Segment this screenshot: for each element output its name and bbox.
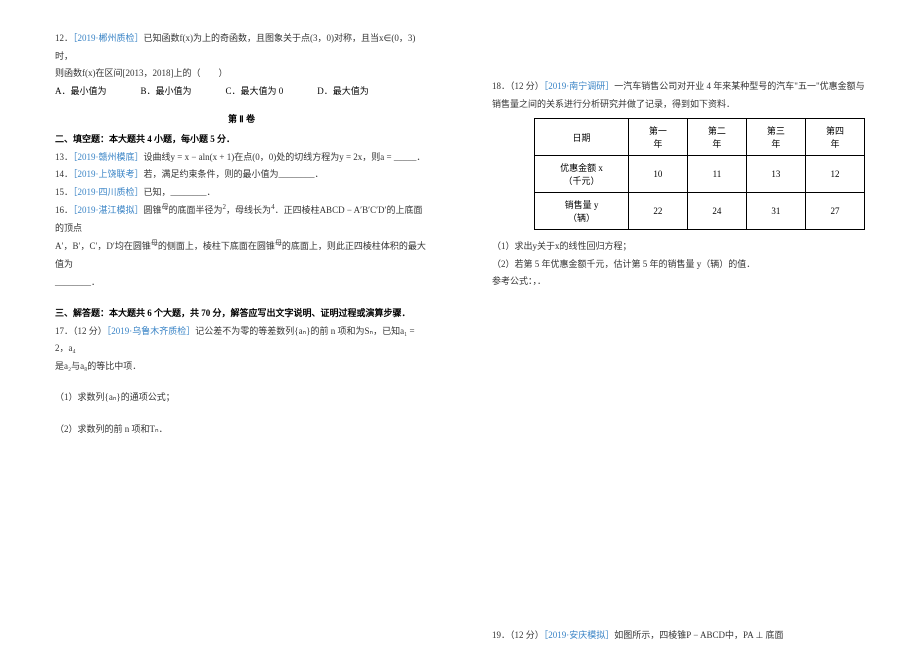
q16-line3: ________． <box>55 274 428 292</box>
q12-line1: 12．［2019·郴州质检］已知函数f(x)为上的奇函数，且图象关于点(3，0)… <box>55 30 428 65</box>
q18-table: 日期 第一年 第二年 第三年 第四年 优惠金额 x（千元） 10 11 13 1… <box>534 118 865 230</box>
q16-t1: 圆锥 <box>144 205 162 215</box>
td-y1: 22 <box>628 193 687 230</box>
q17-line1: 17．（12 分）［2019·乌鲁木齐质检］记公差不为零的等差数列{aₙ}的前 … <box>55 323 428 358</box>
td-xlabel: 优惠金额 x（千元） <box>535 156 629 193</box>
td-x2: 11 <box>687 156 746 193</box>
q16-t2: A′，B′，C′，D′均在圆锥 <box>55 241 151 251</box>
q18-t1: 一汽车销售公司对开业 4 年来某种型号的汽车"五一"优惠金额与 <box>614 81 864 91</box>
q16-t2c: 的侧面上，棱柱下底面在圆锥 <box>158 241 275 251</box>
th-y4: 第四年 <box>805 119 864 156</box>
q13-num: 13． <box>55 152 73 162</box>
td-y2: 24 <box>687 193 746 230</box>
solve-heading: 三、解答题：本大题共 6 个大题，共 70 分，解答应写出文字说明、证明过程或演… <box>55 305 428 323</box>
q13-ref: ［2019·赣州模底］ <box>73 152 144 162</box>
q18-ref: ［2019·南宁调研］ <box>544 81 615 91</box>
td-y4: 27 <box>805 193 864 230</box>
q16-line1: 16．［2019·湛江模拟］圆锥母的底面半径为2，母线长为4．正四棱柱ABCD … <box>55 201 428 237</box>
th-y1: 第一年 <box>628 119 687 156</box>
q12-line2: 则函数f(x)在区间[2013，2018]上的（ ） <box>55 65 428 83</box>
q16-t2b: 母 <box>151 239 158 247</box>
page-right: 18．（12 分）［2019·南宁调研］一汽车销售公司对开业 4 年来某种型号的… <box>460 0 920 651</box>
q17-num: 17．（12 分） <box>55 326 107 336</box>
th-y2: 第二年 <box>687 119 746 156</box>
q18-num: 18．（12 分） <box>492 81 544 91</box>
q18-note: 参考公式：，． <box>492 273 865 291</box>
q12-opt-d: D．最大值为 <box>317 83 369 101</box>
fill-heading: 二、填空题：本大题共 4 小题，每小题 5 分． <box>55 131 428 149</box>
q19-line1: 19．（12 分）［2019·安庆模拟］如图所示，四棱锥P − ABCD中，PA… <box>492 627 784 645</box>
q17-line2: 是a₂与a₈的等比中项． <box>55 358 428 376</box>
q15: 15．［2019·四川质检］已知，________． <box>55 184 428 202</box>
q13-text: 设曲线y = x − aln(x + 1)在点(0，0)处的切线方程为y = 2… <box>144 152 426 162</box>
q19-ref: ［2019·安庆模拟］ <box>544 630 615 640</box>
q17-ref: ［2019·乌鲁木齐质检］ <box>107 326 196 336</box>
q17-sub2: （2）求数列的前 n 项和Tₙ． <box>55 421 428 439</box>
q19-num: 19．（12 分） <box>492 630 544 640</box>
q12-opt-a: A．最小值为 <box>55 83 107 101</box>
q16-sup1: 母 <box>162 203 169 211</box>
q19-text: 如图所示，四棱锥P − ABCD中，PA ⊥ 底面 <box>614 630 783 640</box>
td-x3: 13 <box>746 156 805 193</box>
q16-t2d: 母 <box>275 239 282 247</box>
q16-t1c: 的底面半径为 <box>169 205 223 215</box>
th-y3: 第三年 <box>746 119 805 156</box>
q18-sub1: （1）求出y关于x的线性回归方程； <box>492 238 865 256</box>
th-date: 日期 <box>535 119 629 156</box>
q16-t1e: ，母线长为 <box>226 205 271 215</box>
q12-opt-b: B．最小值为 <box>141 83 192 101</box>
td-x1: 10 <box>628 156 687 193</box>
q14-text: 若，满足约束条件，则的最小值为________． <box>144 169 324 179</box>
q16-ref: ［2019·湛江模拟］ <box>73 205 144 215</box>
q12-ref: ［2019·郴州质检］ <box>73 33 144 43</box>
q18-line2: 销售量之间的关系进行分析研究并做了记录，得到如下资料． <box>492 96 865 114</box>
section-2-title: 第 Ⅱ 卷 <box>55 112 428 125</box>
q14-num: 14． <box>55 169 73 179</box>
q16-line2: A′，B′，C′，D′均在圆锥母的侧面上，棱柱下底面在圆锥母的底面上，则此正四棱… <box>55 237 428 273</box>
q18-line1: 18．（12 分）［2019·南宁调研］一汽车销售公司对开业 4 年来某种型号的… <box>492 78 865 96</box>
td-y3: 31 <box>746 193 805 230</box>
table-row: 销售量 y（辆） 22 24 31 27 <box>535 193 865 230</box>
q16-num: 16． <box>55 205 73 215</box>
table-header-row: 日期 第一年 第二年 第三年 第四年 <box>535 119 865 156</box>
q17-sub1: （1）求数列{aₙ}的通项公式； <box>55 389 428 407</box>
q12-options: A．最小值为 B．最小值为 C．最大值为 0 D．最大值为 <box>55 83 428 101</box>
q12-opt-c: C．最大值为 0 <box>226 83 284 101</box>
td-ylabel: 销售量 y（辆） <box>535 193 629 230</box>
page-left: 12．［2019·郴州质检］已知函数f(x)为上的奇函数，且图象关于点(3，0)… <box>0 0 460 651</box>
td-x4: 12 <box>805 156 864 193</box>
q14-ref: ［2019·上饶联考］ <box>73 169 144 179</box>
q18-sub2: （2）若第 5 年优惠金额千元，估计第 5 年的销售量 y（辆）的值． <box>492 256 865 274</box>
q14: 14．［2019·上饶联考］若，满足约束条件，则的最小值为________． <box>55 166 428 184</box>
q15-text: 已知，________． <box>144 187 216 197</box>
table-row: 优惠金额 x（千元） 10 11 13 12 <box>535 156 865 193</box>
q15-num: 15． <box>55 187 73 197</box>
q12-num: 12． <box>55 33 73 43</box>
q15-ref: ［2019·四川质检］ <box>73 187 144 197</box>
q13: 13．［2019·赣州模底］设曲线y = x − aln(x + 1)在点(0，… <box>55 149 428 167</box>
